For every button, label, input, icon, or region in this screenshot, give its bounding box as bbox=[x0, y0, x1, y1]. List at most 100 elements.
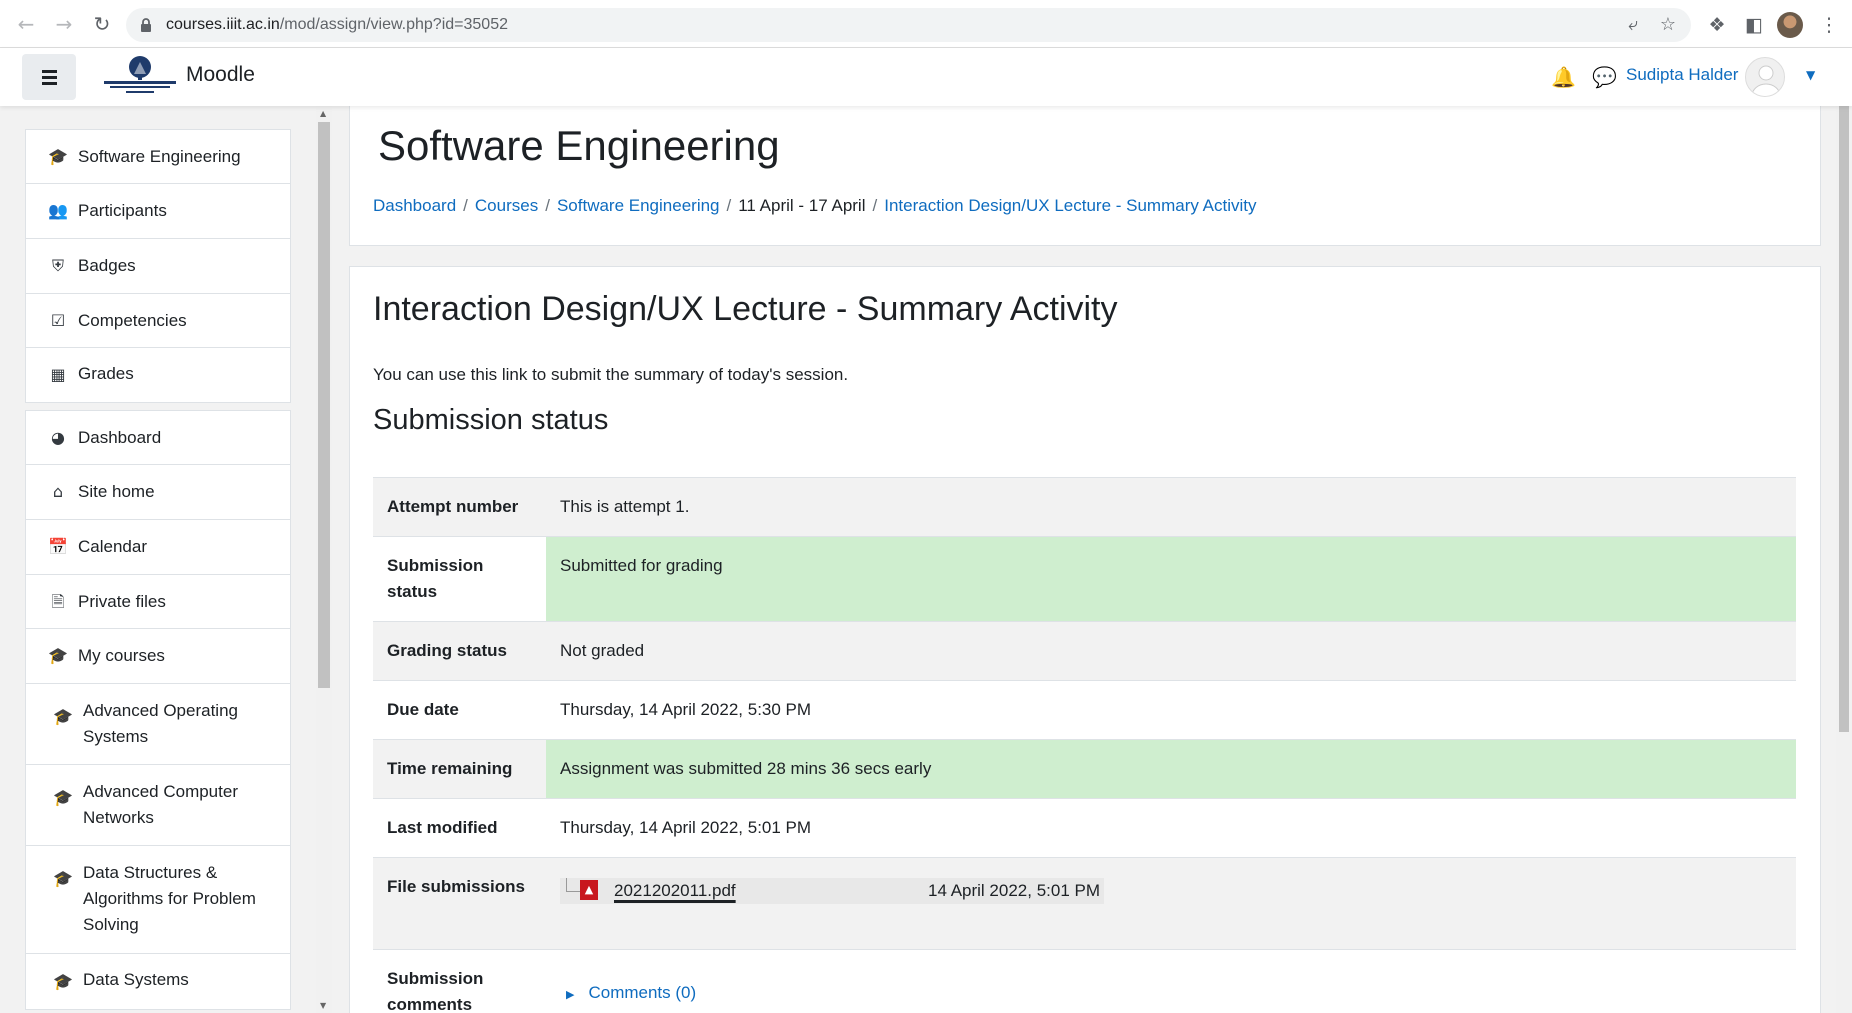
breadcrumb-course[interactable]: Software Engineering bbox=[557, 196, 720, 215]
table-row-submission-status: Submission status Submitted for grading bbox=[373, 536, 1796, 622]
table-row-due-date: Due date Thursday, 14 April 2022, 5:30 P… bbox=[373, 680, 1796, 740]
nav-item-site-home[interactable]: ⌂ Site home bbox=[26, 465, 290, 520]
activity-title: Interaction Design/UX Lecture - Summary … bbox=[373, 290, 1118, 328]
submitted-file-date: 14 April 2022, 5:01 PM bbox=[928, 881, 1101, 900]
page-scrollbar-thumb[interactable] bbox=[1839, 84, 1849, 732]
breadcrumb-dashboard[interactable]: Dashboard bbox=[373, 196, 456, 215]
time-remaining-value: Assignment was submitted 28 mins 36 secs… bbox=[546, 739, 1796, 799]
file-submissions-value: ▲ 2021202011.pdf 14 April 2022, 5:01 PM bbox=[546, 858, 1796, 950]
attempt-label: Attempt number bbox=[387, 497, 519, 516]
due-date-value: Thursday, 14 April 2022, 5:30 PM bbox=[560, 700, 812, 719]
user-menu-caret-icon[interactable]: ▼ bbox=[1806, 68, 1818, 82]
graduation-cap-icon: 🎓 bbox=[48, 146, 68, 166]
last-modified-value: Thursday, 14 April 2022, 5:01 PM bbox=[560, 818, 812, 837]
table-row-attempt: Attempt number This is attempt 1. bbox=[373, 477, 1796, 537]
browser-menu-icon[interactable]: ⋮ bbox=[1816, 12, 1842, 38]
nav-item-participants[interactable]: 👥 Participants bbox=[26, 184, 290, 239]
default-user-icon bbox=[1751, 65, 1781, 96]
nav-drawer: 🎓 Software Engineering 👥 Participants ⛨ … bbox=[0, 106, 332, 1013]
site-nav-group: ◕ Dashboard ⌂ Site home 📅 Calendar 🗎 Pri… bbox=[25, 410, 291, 1010]
table-row-submission-comments: Submission comments ▶ Comments (0) bbox=[373, 949, 1796, 1013]
home-icon: ⌂ bbox=[52, 482, 64, 501]
user-avatar[interactable] bbox=[1745, 57, 1785, 97]
messages-chat-icon[interactable]: 💬 bbox=[1592, 65, 1617, 89]
share-icon[interactable]: ⤶ bbox=[1622, 14, 1644, 36]
site-navbar: Moodle 🔔 💬 Sudipta Halder ▼ bbox=[0, 48, 1852, 106]
attempt-value: This is attempt 1. bbox=[560, 497, 690, 516]
file-submission-item: ▲ 2021202011.pdf 14 April 2022, 5:01 PM bbox=[560, 878, 1104, 904]
nav-item-calendar[interactable]: 📅 Calendar bbox=[26, 520, 290, 575]
drawer-scrollbar-thumb[interactable] bbox=[318, 122, 330, 688]
grading-status-value: Not graded bbox=[560, 641, 645, 660]
drawer-scrollbar[interactable]: ▲ ▼ bbox=[316, 106, 332, 1013]
nav-item-grades[interactable]: ▦ Grades bbox=[26, 348, 290, 402]
activity-intro: You can use this link to submit the summ… bbox=[373, 365, 849, 384]
user-menu-name[interactable]: Sudipta Halder bbox=[1626, 65, 1738, 85]
breadcrumb-courses[interactable]: Courses bbox=[475, 196, 538, 215]
table-row-grading-status: Grading status Not graded bbox=[373, 621, 1796, 681]
due-date-label: Due date bbox=[387, 700, 459, 719]
menu-icon bbox=[42, 70, 57, 73]
breadcrumb-week: 11 April - 17 April bbox=[738, 196, 866, 215]
page-title: Software Engineering bbox=[378, 122, 780, 169]
table-row-time-remaining: Time remaining Assignment was submitted … bbox=[373, 739, 1796, 799]
file-submissions-label: File submissions bbox=[387, 877, 525, 896]
graduation-cap-icon: 🎓 bbox=[48, 646, 68, 665]
nav-item-course-aos[interactable]: 🎓 Advanced Operating Systems bbox=[26, 684, 290, 765]
table-row-last-modified: Last modified Thursday, 14 April 2022, 5… bbox=[373, 798, 1796, 858]
grading-status-label: Grading status bbox=[387, 641, 507, 660]
nav-item-private-files[interactable]: 🗎 Private files bbox=[26, 575, 290, 629]
breadcrumb-activity[interactable]: Interaction Design/UX Lecture - Summary … bbox=[884, 196, 1256, 215]
iiit-logo[interactable] bbox=[100, 54, 180, 98]
last-modified-label: Last modified bbox=[387, 818, 498, 837]
address-bar[interactable]: courses.iiit.ac.in/mod/assign/view.php?i… bbox=[126, 8, 1691, 42]
nav-item-course-dsa[interactable]: 🎓 Data Structures & Algorithms for Probl… bbox=[26, 846, 290, 954]
file-icon: 🗎 bbox=[51, 591, 65, 611]
table-row-file-submissions: File submissions ▲ 2021202011.pdf 14 Apr… bbox=[373, 857, 1796, 950]
submission-status-value: Submitted for grading bbox=[546, 536, 1796, 622]
submitted-file-link[interactable]: 2021202011.pdf bbox=[614, 878, 736, 904]
pdf-file-icon: ▲ bbox=[580, 880, 598, 900]
drawer-toggle-button[interactable] bbox=[22, 54, 76, 100]
file-tree-connector-icon bbox=[566, 878, 580, 892]
scroll-down-arrow-icon[interactable]: ▼ bbox=[320, 1002, 328, 1010]
time-remaining-label: Time remaining bbox=[387, 759, 513, 778]
nav-item-badges[interactable]: ⛨ Badges bbox=[26, 239, 290, 294]
nav-item-competencies[interactable]: ☑ Competencies bbox=[26, 294, 290, 348]
graduation-cap-icon: 🎓 bbox=[53, 707, 73, 726]
site-brand[interactable]: Moodle bbox=[186, 63, 255, 87]
submission-comments-value: ▶ Comments (0) bbox=[546, 950, 1796, 1013]
submission-comments-label: Submission comments bbox=[387, 969, 484, 1013]
page-scrollbar[interactable]: ▲ bbox=[1836, 48, 1852, 1013]
nav-item-software-engineering[interactable]: 🎓 Software Engineering bbox=[26, 130, 290, 184]
caret-right-icon: ▶ bbox=[566, 988, 575, 1001]
extensions-icon[interactable]: ❖ bbox=[1704, 12, 1730, 38]
table-icon: ▦ bbox=[50, 365, 66, 384]
browser-profile-avatar[interactable] bbox=[1777, 12, 1803, 38]
nav-item-my-courses[interactable]: 🎓 My courses bbox=[26, 629, 290, 684]
lock-icon bbox=[141, 18, 151, 32]
forward-icon[interactable]: → bbox=[52, 12, 76, 36]
users-icon: 👥 bbox=[48, 201, 68, 220]
notifications-bell-icon[interactable]: 🔔 bbox=[1551, 65, 1576, 89]
back-icon[interactable]: ← bbox=[14, 12, 38, 36]
submission-status-label: Submission status bbox=[387, 556, 484, 601]
graduation-cap-icon: 🎓 bbox=[53, 788, 73, 807]
nav-item-course-acn[interactable]: 🎓 Advanced Computer Networks bbox=[26, 765, 290, 846]
reload-icon[interactable]: ↻ bbox=[90, 12, 114, 36]
scroll-up-arrow-icon[interactable]: ▲ bbox=[320, 110, 328, 118]
breadcrumb: Dashboard / Courses / Software Engineering/1… bbox=[373, 196, 1257, 215]
shield-icon: ⛨ bbox=[51, 256, 64, 275]
nav-item-course-data-systems[interactable]: 🎓 Data Systems bbox=[26, 954, 290, 1009]
course-nav-group: 🎓 Software Engineering 👥 Participants ⛨ … bbox=[25, 129, 291, 403]
bookmark-star-icon[interactable]: ☆ bbox=[1657, 14, 1679, 36]
checkbox-icon: ☑ bbox=[50, 310, 66, 330]
side-panel-icon[interactable]: ◧ bbox=[1741, 12, 1767, 38]
graduation-cap-icon: 🎓 bbox=[53, 869, 73, 888]
dashboard-icon: ◕ bbox=[51, 427, 65, 447]
nav-item-dashboard[interactable]: ◕ Dashboard bbox=[26, 411, 290, 465]
comments-toggle-link[interactable]: ▶ Comments (0) bbox=[560, 983, 696, 1002]
calendar-icon: 📅 bbox=[48, 537, 68, 556]
submission-status-table: Attempt number This is attempt 1. Submis… bbox=[373, 477, 1796, 1013]
browser-toolbar: ← → ↻ courses.iiit.ac.in/mod/assign/view… bbox=[0, 0, 1852, 48]
